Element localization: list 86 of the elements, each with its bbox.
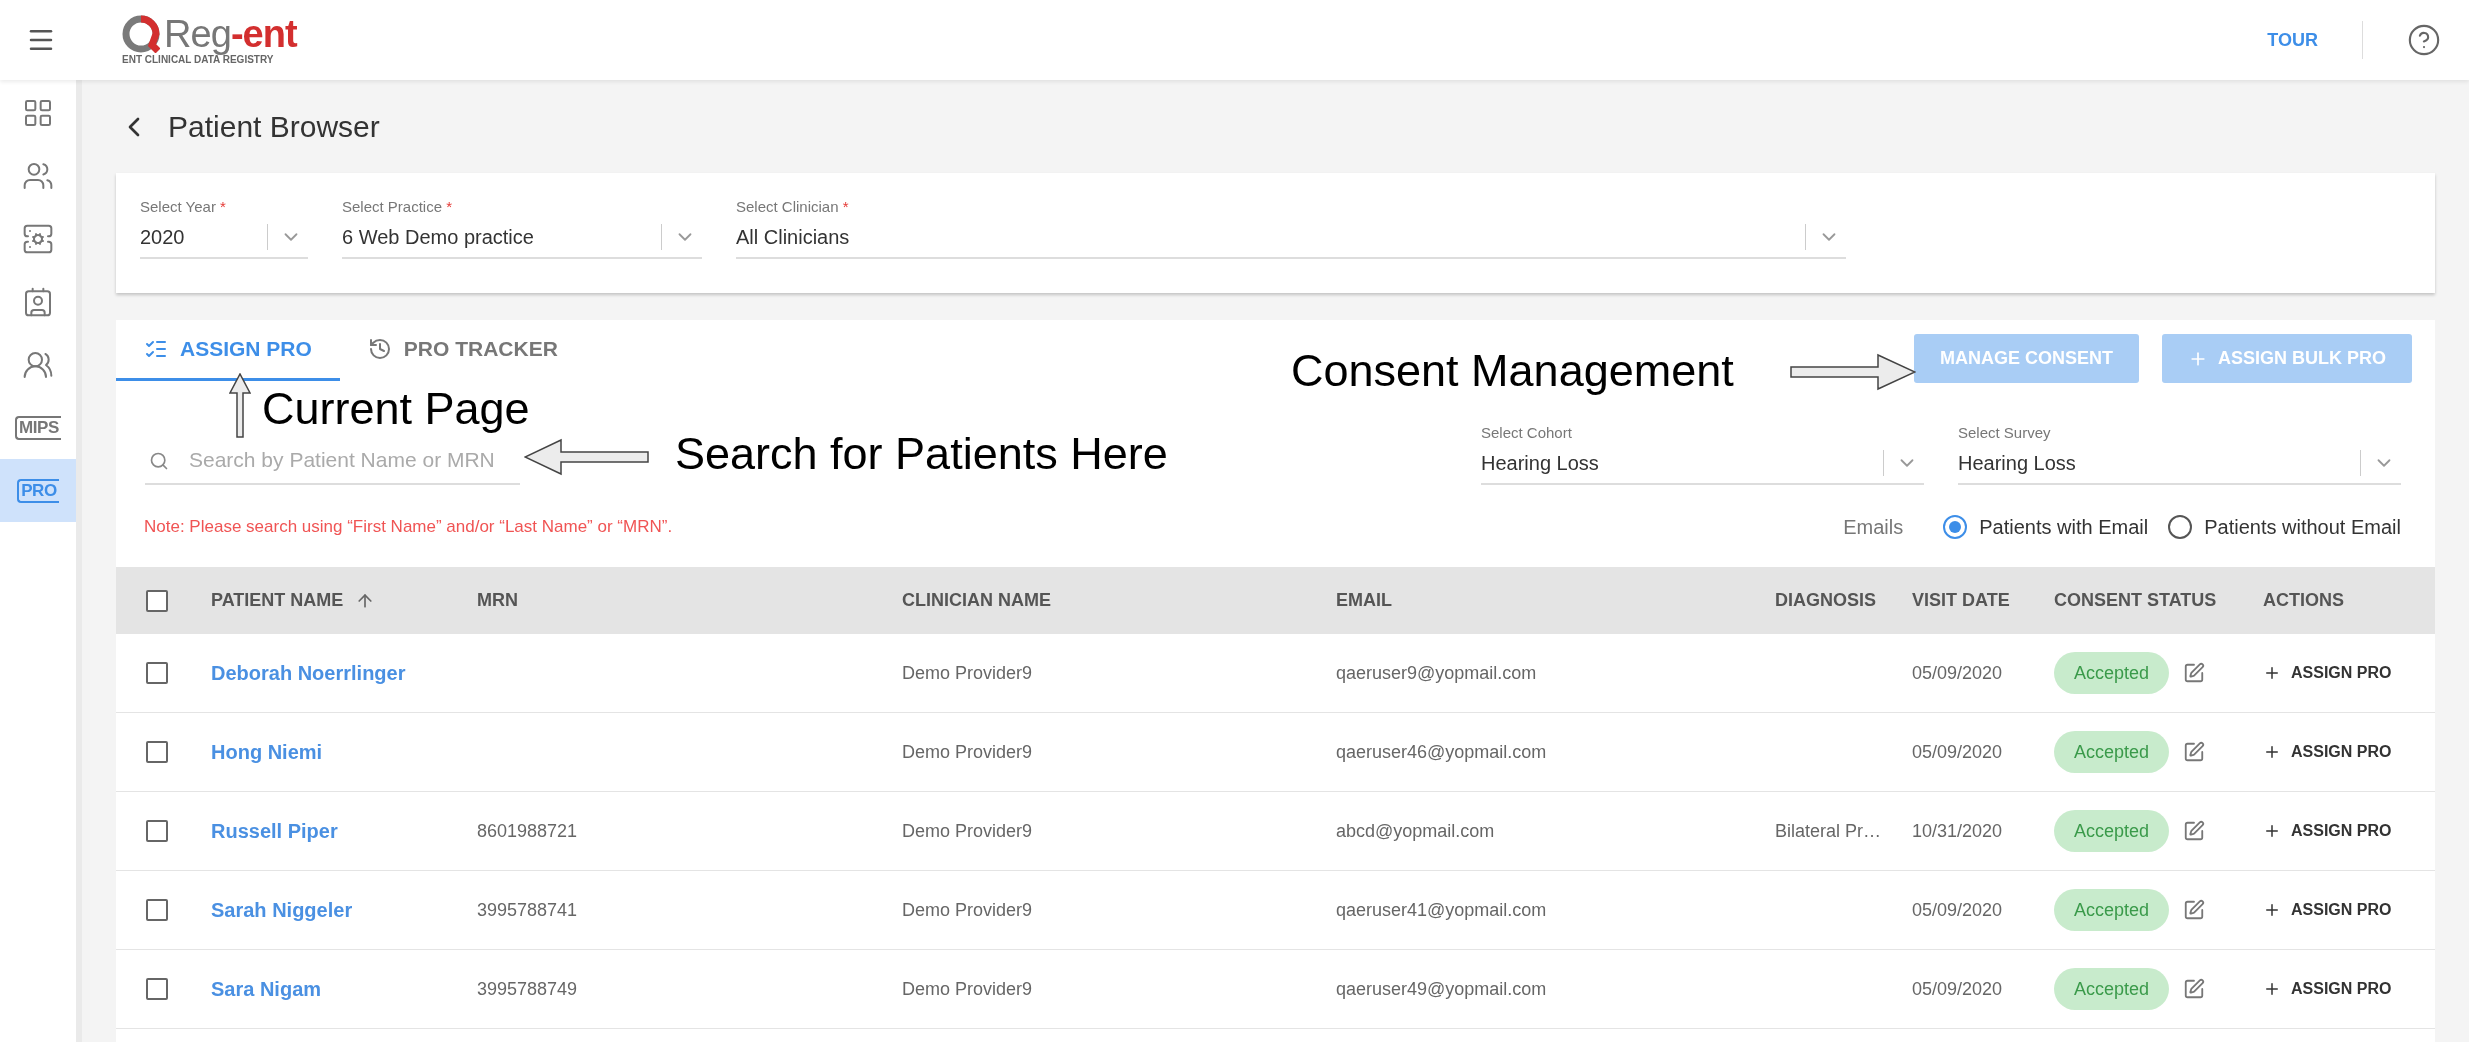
patient-name-link[interactable]: Russell Piper bbox=[211, 816, 477, 846]
table-cell-text: 05/09/2020 bbox=[1912, 740, 2004, 764]
select-field[interactable]: Select Cohort Hearing Loss bbox=[1481, 423, 1924, 485]
plus-icon bbox=[2263, 664, 2281, 682]
table-cell-text: 05/09/2020 bbox=[1912, 661, 2004, 685]
checkbox[interactable] bbox=[146, 589, 168, 612]
annotation-text: Search for Patients Here bbox=[675, 428, 1168, 480]
table-cell-text: 05/09/2020 bbox=[1912, 898, 2004, 922]
tour-link[interactable]: TOUR bbox=[2267, 26, 2318, 54]
contact-card-icon bbox=[22, 285, 54, 318]
patient-name-link[interactable]: Sara Nigam bbox=[211, 974, 477, 1004]
column-header: ACTIONS bbox=[2263, 589, 2344, 612]
patient-name-link[interactable]: Deborah Noerrlinger bbox=[211, 658, 477, 688]
edit-icon[interactable] bbox=[2183, 820, 2206, 842]
checkbox[interactable] bbox=[146, 820, 168, 842]
tab[interactable]: ASSIGN PRO bbox=[116, 320, 340, 381]
status-badge: Accepted bbox=[2054, 968, 2170, 1010]
assign-pro-button[interactable]: ASSIGN PRO bbox=[2263, 898, 2435, 922]
checkbox[interactable] bbox=[146, 662, 168, 684]
logo-tagline: ENT CLINICAL DATA REGISTRY bbox=[122, 54, 275, 66]
radio-button[interactable] bbox=[2168, 515, 2193, 539]
column-header: CLINICIAN NAME bbox=[902, 589, 1051, 612]
column-header: DIAGNOSIS bbox=[1775, 589, 1876, 612]
column-header: CONSENT STATUS bbox=[2054, 589, 2217, 612]
column-header: EMAIL bbox=[1336, 589, 1392, 612]
status-badge: Accepted bbox=[2054, 810, 2170, 852]
select-field[interactable]: Select Clinician * All Clinicians bbox=[736, 197, 1846, 259]
checkbox[interactable] bbox=[146, 899, 168, 921]
plus-icon bbox=[2263, 743, 2281, 761]
table-cell-text: qaeruser9@yopmail.com bbox=[1336, 661, 1538, 685]
help-icon[interactable] bbox=[2407, 23, 2441, 57]
table-cell-text: Demo Provider9 bbox=[902, 661, 1034, 685]
tab[interactable]: PRO TRACKER bbox=[339, 320, 586, 381]
table-cell-text: qaeruser46@yopmail.com bbox=[1336, 740, 1548, 764]
assign-pro-button[interactable]: ASSIGN PRO bbox=[2263, 977, 2435, 1001]
search-note: Note: Please search using “First Name” and/or “Last Name” or “MRN”. bbox=[144, 516, 673, 539]
plus-icon bbox=[2263, 822, 2281, 840]
edit-icon[interactable] bbox=[2183, 741, 2206, 763]
search-icon bbox=[149, 451, 169, 471]
select-field[interactable]: Select Survey Hearing Loss bbox=[1958, 423, 2401, 485]
server-icon bbox=[22, 222, 54, 255]
radio-button[interactable] bbox=[1943, 515, 1968, 539]
table-cell-text: abcd@yopmail.com bbox=[1336, 819, 1496, 843]
table-cell-text: Demo Provider9 bbox=[902, 977, 1034, 1001]
page-title: Patient Browser bbox=[168, 109, 380, 145]
callout-arrow bbox=[229, 373, 251, 438]
table-cell-text: Demo Provider9 bbox=[902, 819, 1034, 843]
select-field[interactable]: Select Practice * 6 Web Demo practice bbox=[342, 197, 702, 259]
radio-option[interactable]: Patients without Email bbox=[2168, 512, 2401, 542]
edit-icon[interactable] bbox=[2183, 978, 2206, 1000]
table-cell-text: Demo Provider9 bbox=[902, 740, 1034, 764]
plus-icon bbox=[2263, 980, 2281, 998]
column-header: VISIT DATE bbox=[1912, 589, 2010, 612]
annotation-text: Current Page bbox=[262, 383, 530, 435]
table-cell-text: Bilateral Pr… bbox=[1775, 819, 1883, 843]
assign-pro-button[interactable]: ASSIGN PRO bbox=[2263, 661, 2435, 685]
table-cell-text: 8601988721 bbox=[477, 819, 579, 843]
logo-wordmark: Reg-ent bbox=[164, 14, 297, 54]
assign-pro-button[interactable]: ASSIGN PRO bbox=[2263, 740, 2435, 764]
history-icon bbox=[367, 337, 392, 361]
edit-icon[interactable] bbox=[2183, 899, 2206, 921]
patient-name-link[interactable]: Sarah Niggeler bbox=[211, 895, 477, 925]
radio-option[interactable]: Patients with Email bbox=[1943, 512, 2149, 542]
annotation-text: Consent Management bbox=[1291, 345, 1734, 397]
edit-icon[interactable] bbox=[2183, 662, 2206, 684]
table-cell-text: 10/31/2020 bbox=[1912, 819, 2004, 843]
status-badge: Accepted bbox=[2054, 731, 2170, 773]
select-field[interactable]: Select Year * 2020 bbox=[140, 197, 308, 259]
table-cell-text: 3995788749 bbox=[477, 977, 579, 1001]
emails-label: Emails bbox=[1843, 515, 1904, 540]
table-cell-text: qaeruser41@yopmail.com bbox=[1336, 898, 1548, 922]
plus-icon bbox=[2263, 901, 2281, 919]
table-cell-text: 05/09/2020 bbox=[1912, 977, 2004, 1001]
logo-icon bbox=[122, 15, 160, 53]
column-header: MRN bbox=[477, 589, 518, 612]
checkbox[interactable] bbox=[146, 741, 168, 763]
search-field[interactable]: Search by Patient Name or MRN bbox=[145, 437, 520, 485]
checkbox[interactable] bbox=[146, 978, 168, 1000]
status-badge: Accepted bbox=[2054, 652, 2170, 694]
patient-name-link[interactable]: Hong Niemi bbox=[211, 737, 477, 767]
assign-pro-button[interactable]: ASSIGN PRO bbox=[2263, 819, 2435, 843]
column-header[interactable]: PATIENT NAME bbox=[211, 587, 344, 614]
table-cell-text: qaeruser49@yopmail.com bbox=[1336, 977, 1548, 1001]
table-cell-text: 3995788741 bbox=[477, 898, 579, 922]
table-cell-text: Demo Provider9 bbox=[902, 898, 1034, 922]
status-badge: Accepted bbox=[2054, 889, 2170, 931]
